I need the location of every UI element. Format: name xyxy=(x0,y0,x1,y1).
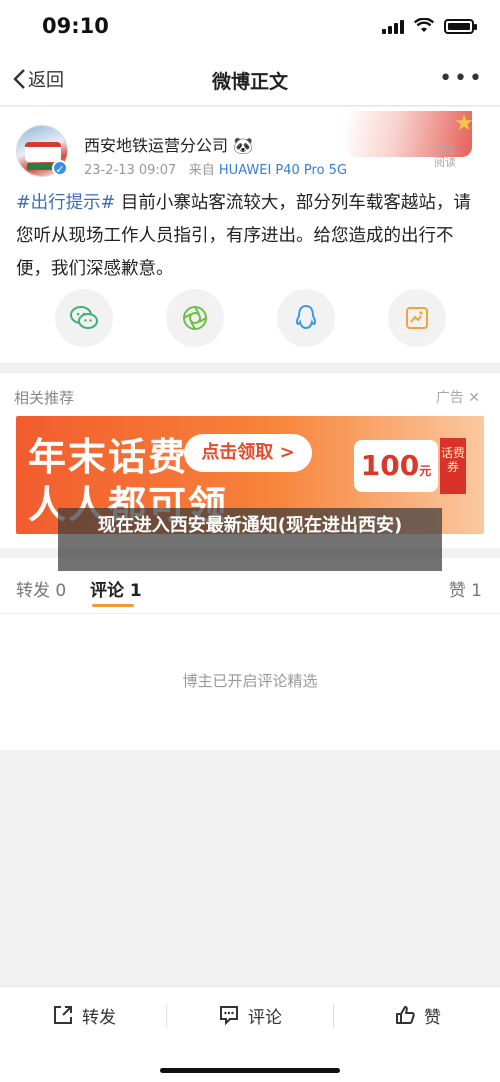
share-qq-button[interactable] xyxy=(277,289,335,347)
wechat-icon xyxy=(70,306,98,329)
comment-icon xyxy=(220,1006,238,1026)
share-row xyxy=(0,289,500,347)
page-title: 微博正文 xyxy=(211,71,288,93)
ad-coupon-unit: 元 xyxy=(419,464,432,478)
nav-bar: 返回 微博正文 ••• xyxy=(0,54,500,106)
post-device[interactable]: HUAWEI P40 Pro 5G xyxy=(219,163,347,178)
status-bar: 09:10 xyxy=(0,0,500,54)
qzone-icon xyxy=(406,307,428,329)
like-label: 赞 xyxy=(424,1007,441,1028)
status-time: 09:10 xyxy=(42,14,109,38)
ad-cta-button[interactable]: 点击领取 > xyxy=(184,434,312,472)
verified-icon: ✓ xyxy=(52,160,68,176)
thumbs-up-icon xyxy=(396,1006,415,1024)
ad-headline-1: 年末话费 xyxy=(28,435,189,479)
recommend-title: 相关推荐 xyxy=(14,389,75,407)
repost-button[interactable]: 转发 xyxy=(52,1003,116,1028)
battery-icon xyxy=(444,18,477,34)
ad-coupon-value: 100 xyxy=(360,449,420,482)
weibo-post: ✓ 西安地铁运营分公司 🐼 23-2-13 09:07 来自 HUAWEI P4… xyxy=(0,107,500,363)
divider xyxy=(166,1005,167,1027)
status-icons xyxy=(382,18,477,34)
ad-label-text: 广告 xyxy=(435,390,464,406)
like-button[interactable]: 赞 xyxy=(394,1003,441,1028)
ad-coupon: 100元 xyxy=(354,440,438,492)
share-qzone-button[interactable] xyxy=(388,289,446,347)
active-tab-indicator xyxy=(92,604,134,607)
tab-repost[interactable]: 转发 0 xyxy=(16,576,66,601)
ad-label[interactable]: 广告 ✕ xyxy=(436,387,480,407)
wifi-icon xyxy=(414,18,434,32)
hashtag-link[interactable]: #出行提示# xyxy=(16,193,115,213)
comments-section: 博主已开启评论精选 xyxy=(0,614,500,750)
bottom-action-bar: 转发 评论 赞 xyxy=(0,986,500,1082)
star-icon: ★ xyxy=(454,111,474,136)
more-button[interactable]: ••• xyxy=(439,66,484,91)
author-name[interactable]: 西安地铁运营分公司 🐼 xyxy=(84,132,253,156)
read-count: 258 阅读 xyxy=(434,145,456,169)
panda-icon: 🐼 xyxy=(233,136,254,155)
divider xyxy=(333,1005,334,1027)
home-indicator[interactable] xyxy=(160,1068,340,1073)
share-moments-button[interactable] xyxy=(166,289,224,347)
close-icon[interactable]: ✕ xyxy=(468,390,480,406)
moments-icon xyxy=(183,306,207,330)
repost-icon xyxy=(54,1006,72,1024)
post-date: 23-2-13 09:07 xyxy=(84,163,177,178)
read-count-label: 阅读 xyxy=(434,156,456,169)
qq-icon xyxy=(295,304,317,330)
tab-comment[interactable]: 评论 1 xyxy=(90,576,142,601)
tab-like[interactable]: 赞 1 xyxy=(449,576,482,601)
share-wechat-button[interactable] xyxy=(55,289,113,347)
post-meta: 23-2-13 09:07 来自 HUAWEI P40 Pro 5G xyxy=(84,159,347,178)
signal-icon xyxy=(382,18,404,34)
post-from-prefix: 来自 xyxy=(188,163,215,178)
author-name-text: 西安地铁运营分公司 xyxy=(84,136,229,155)
comments-empty-text: 博主已开启评论精选 xyxy=(182,672,318,690)
comment-label: 评论 xyxy=(248,1007,282,1028)
ad-coupon-tag: 话费券 xyxy=(440,438,466,494)
comment-button[interactable]: 评论 xyxy=(218,1003,282,1028)
post-text: #出行提示# 目前小寨站客流较大，部分列车载客越站，请您听从现场工作人员指引，有… xyxy=(16,187,484,286)
repost-label: 转发 xyxy=(82,1007,116,1028)
overlay-caption: 现在进入西安最新通知(现在进出西安) xyxy=(58,508,442,571)
